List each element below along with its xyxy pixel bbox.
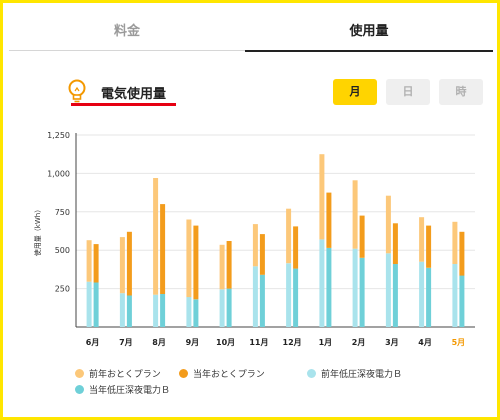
x-tick-label: 1月 [319,338,333,347]
bar-segment [126,231,132,296]
x-tick-label: 4月 [418,338,432,347]
title-underline [71,103,176,106]
bar-segment [186,297,192,327]
bar-segment [219,289,225,327]
bar-segment [93,244,99,283]
bar-segment [126,295,132,327]
bar-segment [93,282,99,327]
bar-segment [319,154,325,240]
period-month-button[interactable]: 月 [333,79,377,105]
bar-segment [119,237,125,294]
bar-segment [86,281,92,327]
bar-segment [219,244,225,290]
y-tick-label: 500 [55,246,70,255]
x-tick-label: 6月 [86,338,100,347]
x-tick-label: 11月 [249,338,268,347]
bar-segment [392,223,398,264]
bar-segment [286,208,292,264]
bar-segment [426,225,432,268]
bar-segment [452,221,458,264]
bar-segment [459,231,465,276]
bar-segment [392,264,398,327]
bar-segment [419,217,425,262]
bar-segment [293,226,299,269]
bar-segment [326,192,332,248]
bar-segment [259,234,265,275]
legend-swatch [179,369,188,378]
legend-swatch [75,369,84,378]
bar-segment [259,274,265,327]
y-axis-title: 使用量（kWh） [33,206,42,256]
bar-segment [352,180,358,249]
bar-segment [426,267,432,327]
page-title: 電気使用量 [101,87,167,102]
bar-segment [186,219,192,298]
period-day-button[interactable]: 日 [386,79,430,105]
bar-segment [252,224,258,267]
legend-label: 前年おとくプラン [89,370,161,380]
legend-item: 前年低圧深夜電力Ｂ [307,369,402,381]
legend-swatch [307,369,316,378]
y-tick-label: 250 [55,285,70,294]
bar-segment [385,195,391,254]
legend-item: 当年おとくプラン [179,369,265,381]
bar-segment [419,261,425,327]
bar-segment [359,215,365,258]
bar-segment [193,225,199,300]
x-tick-label: 8月 [152,338,166,347]
bar-segment [385,253,391,327]
bar-segment [226,241,232,289]
y-tick-label: 1,000 [47,169,70,178]
usage-panel: 料金 使用量 電気使用量 月 日 時 250 500 750 1,000 1,250 使用… [0,0,500,420]
legend-item: 前年おとくプラン [75,369,161,381]
legend-label: 当年おとくプラン [193,370,265,380]
x-tick-label: 2月 [352,338,366,347]
bar-segment [452,264,458,327]
bar-segment [359,257,365,327]
y-tick-label: 1,250 [47,131,70,140]
bar-segment [153,178,159,295]
tab-charges[interactable]: 料金 [9,17,245,51]
bar-segment [226,288,232,327]
legend-swatch [75,385,84,394]
tab-bar: 料金 使用量 [9,17,493,52]
y-tick-label: 750 [55,208,70,217]
period-hour-button[interactable]: 時 [439,79,483,105]
bar-segment [119,293,125,327]
legend-item: 当年低圧深夜電力Ｂ [75,385,170,397]
tab-usage[interactable]: 使用量 [245,17,493,52]
x-tick-label: 7月 [119,338,133,347]
bar-segment [286,263,292,327]
bar-segment [319,239,325,327]
x-tick-label: 9月 [186,338,200,347]
bar-segment [86,240,92,282]
x-tick-label: 12月 [283,338,302,347]
bar-segment [160,204,166,294]
bar-segment [160,294,166,327]
x-tick-label: 5月 [452,338,466,347]
bar-segment [193,299,199,327]
bar-segment [459,275,465,327]
bar-segment [352,248,358,327]
x-tick-label: 3月 [385,338,399,347]
lightbulb-icon [68,79,86,103]
usage-chart: 250 500 750 1,000 1,250 使用量（kWh） 6月 7月 8月 9月 10月 11… [33,131,475,347]
x-tick-label: 10月 [216,338,235,347]
legend-label: 前年低圧深夜電力Ｂ [321,370,403,380]
bar-segment [293,268,299,327]
bar-segment [326,247,332,327]
bar-segment [252,266,258,327]
legend-label: 当年低圧深夜電力Ｂ [89,386,171,396]
bar-segment [153,294,159,327]
